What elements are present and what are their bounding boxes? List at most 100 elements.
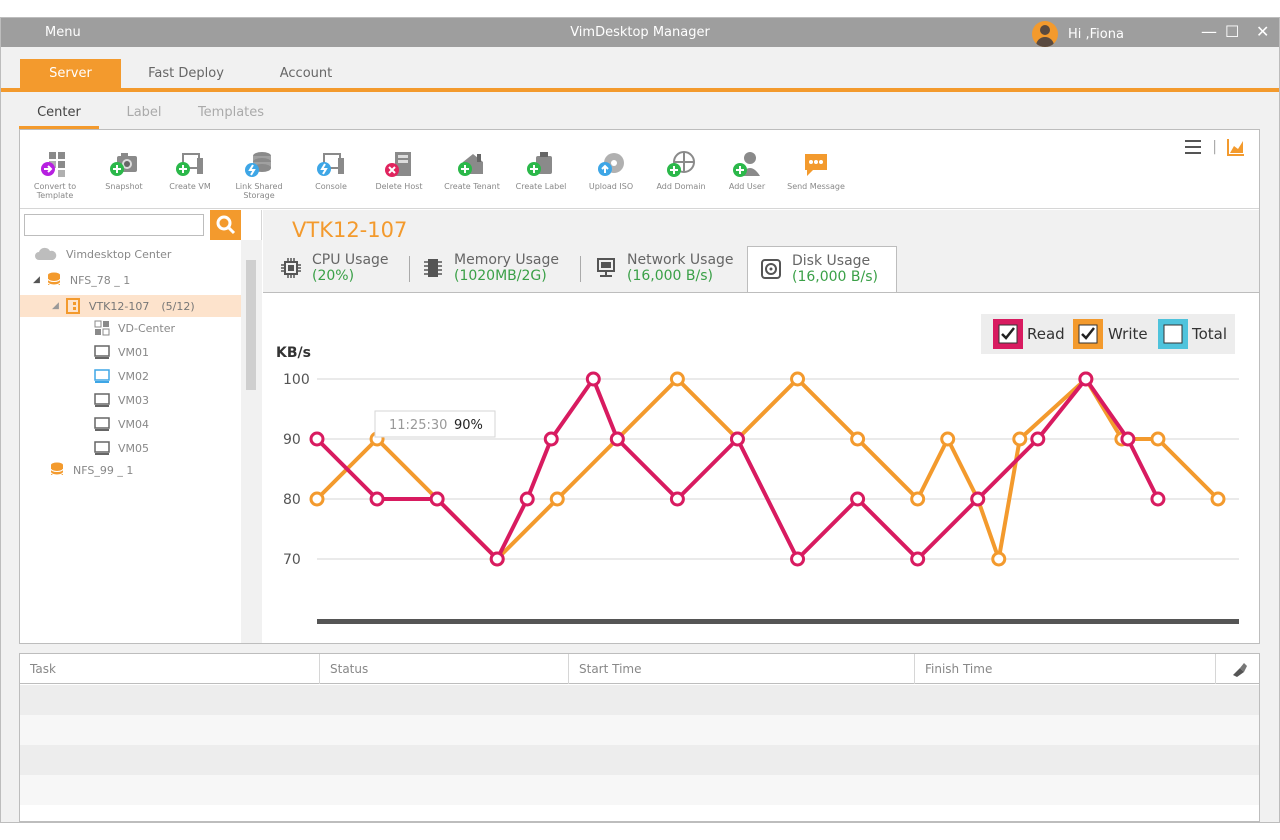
column-status[interactable]: Status	[320, 654, 569, 684]
list-view-icon[interactable]	[1184, 139, 1202, 155]
tree-item-vm03[interactable]: VM03	[94, 389, 234, 411]
avatar[interactable]	[1032, 21, 1058, 47]
user-info[interactable]: Hi ,Fiona	[1032, 21, 1124, 47]
create-vm-button[interactable]: Create VM	[155, 150, 225, 191]
close-button[interactable]: ✕	[1256, 22, 1269, 41]
data-point-write[interactable]	[991, 551, 1007, 567]
data-point-write[interactable]	[910, 491, 926, 507]
snapshot-icon	[109, 150, 139, 180]
tree-item-vtk12-107[interactable]: ◢ VTK12-107 (5/12)	[20, 295, 241, 317]
maximize-button[interactable]: ☐	[1225, 22, 1239, 41]
create-tenant-button[interactable]: Create Tenant	[437, 150, 507, 191]
tree-item-label: VM02	[118, 369, 150, 383]
tab-memory-usage[interactable]: Memory Usage (1020MB/2G)	[410, 246, 570, 292]
add-user-button[interactable]: Add User	[712, 150, 782, 191]
data-point-read[interactable]	[970, 491, 986, 507]
data-point-write[interactable]	[1210, 491, 1226, 507]
data-point-read[interactable]	[1120, 431, 1136, 447]
database-icon	[50, 462, 64, 476]
disk-icon	[761, 259, 781, 279]
tree-pane: Vimdesktop Center ◢ NFS_78 _ 1 ◢ VTK12-1…	[20, 210, 262, 643]
chart-view-icon[interactable]	[1227, 138, 1245, 156]
data-point-write[interactable]	[1012, 431, 1028, 447]
chart-scroll-track[interactable]	[317, 619, 1239, 624]
expand-triangle-icon[interactable]: ◢	[52, 301, 59, 311]
data-point-write[interactable]	[850, 431, 866, 447]
tab-server[interactable]: Server	[20, 59, 121, 88]
tree-item-nfs78[interactable]: ◢ NFS_78 _ 1	[33, 269, 233, 291]
add-domain-button[interactable]: Add Domain	[646, 150, 716, 191]
data-point-read[interactable]	[1150, 491, 1166, 507]
convert-template-button[interactable]: Convert to Template	[20, 150, 90, 200]
clear-tasks-icon[interactable]	[1230, 660, 1248, 678]
tab-account[interactable]: Account	[251, 59, 361, 88]
tree-item-center[interactable]: Vimdesktop Center	[34, 243, 234, 265]
data-point-read[interactable]	[669, 491, 685, 507]
data-point-write[interactable]	[1150, 431, 1166, 447]
tool-label: Link Shared Storage	[235, 182, 283, 200]
data-point-write[interactable]	[309, 491, 325, 507]
tree-item-nfs99[interactable]: NFS_99 _ 1	[49, 459, 229, 481]
data-point-read[interactable]	[585, 371, 601, 387]
tree-item-vm05[interactable]: VM05	[94, 437, 234, 459]
data-point-write[interactable]	[940, 431, 956, 447]
checkbox-total[interactable]	[1163, 324, 1183, 344]
tree-item-label: Vimdesktop Center	[66, 247, 172, 261]
data-point-write[interactable]	[790, 371, 806, 387]
delete-host-button[interactable]: Delete Host	[364, 150, 434, 191]
create-label-button[interactable]: Create Label	[506, 150, 576, 191]
data-point-read[interactable]	[609, 431, 625, 447]
data-point-read[interactable]	[1078, 371, 1094, 387]
tree-scrollbar[interactable]	[241, 240, 262, 643]
data-point-read[interactable]	[309, 431, 325, 447]
column-task[interactable]: Task	[20, 654, 320, 684]
data-point-read[interactable]	[519, 491, 535, 507]
data-point-read[interactable]	[1030, 431, 1046, 447]
task-panel: Task Status Start Time Finish Time	[19, 653, 1260, 822]
search-button[interactable]	[210, 210, 241, 240]
tree-item-label: VTK12-107	[88, 299, 150, 313]
subtab-center[interactable]: Center	[19, 105, 99, 129]
console-button[interactable]: Console	[296, 150, 366, 191]
data-point-read[interactable]	[850, 491, 866, 507]
tab-disk-usage[interactable]: Disk Usage (16,000 B/s)	[747, 246, 897, 293]
tool-label: Snapshot	[105, 182, 143, 191]
tab-fast-deploy[interactable]: Fast Deploy	[131, 59, 241, 88]
data-point-read[interactable]	[910, 551, 926, 567]
tree-item-vd-center[interactable]: VD-Center	[94, 317, 234, 339]
tab-cpu-usage[interactable]: CPU Usage (20%)	[280, 246, 392, 292]
link-storage-button[interactable]: Link Shared Storage	[224, 150, 294, 200]
tool-label: Console	[315, 182, 347, 191]
send-message-button[interactable]: Send Message	[781, 150, 851, 191]
table-row	[20, 715, 1259, 745]
series-line-write	[315, 377, 1220, 561]
subtab-label[interactable]: Label	[109, 105, 179, 129]
data-point-read[interactable]	[790, 551, 806, 567]
tree-item-vm01[interactable]: VM01	[94, 341, 234, 363]
column-finish-time[interactable]: Finish Time	[915, 654, 1216, 684]
data-point-read[interactable]	[729, 431, 745, 447]
tree-item-vm04[interactable]: VM04	[94, 413, 234, 435]
snapshot-button[interactable]: Snapshot	[89, 150, 159, 191]
title-bar: Menu VimDesktop Manager Hi ,Fiona — ☐ ✕	[1, 18, 1279, 47]
data-point-write[interactable]	[669, 371, 685, 387]
subtab-templates[interactable]: Templates	[189, 105, 273, 129]
data-point-write[interactable]	[549, 491, 565, 507]
data-point-read[interactable]	[489, 551, 505, 567]
search-input[interactable]	[24, 214, 204, 236]
usage-label: Disk Usage	[792, 253, 871, 269]
scroll-thumb[interactable]	[246, 260, 256, 390]
data-point-read[interactable]	[543, 431, 559, 447]
expand-triangle-icon[interactable]: ◢	[33, 275, 40, 285]
tree-item-vm02[interactable]: VM02	[94, 365, 234, 387]
data-point-read[interactable]	[429, 491, 445, 507]
column-start-time[interactable]: Start Time	[569, 654, 915, 684]
usage-value: (16,000 B/s)	[627, 268, 713, 284]
tab-network-usage[interactable]: Network Usage (16,000 B/s)	[581, 246, 746, 292]
legend-label-total: Total	[1191, 325, 1227, 343]
minimize-button[interactable]: —	[1201, 22, 1217, 41]
tree-item-label: NFS_99 _ 1	[73, 463, 134, 477]
data-point-read[interactable]	[369, 491, 385, 507]
add-user-icon	[732, 150, 762, 180]
upload-iso-button[interactable]: Upload ISO	[576, 150, 646, 191]
